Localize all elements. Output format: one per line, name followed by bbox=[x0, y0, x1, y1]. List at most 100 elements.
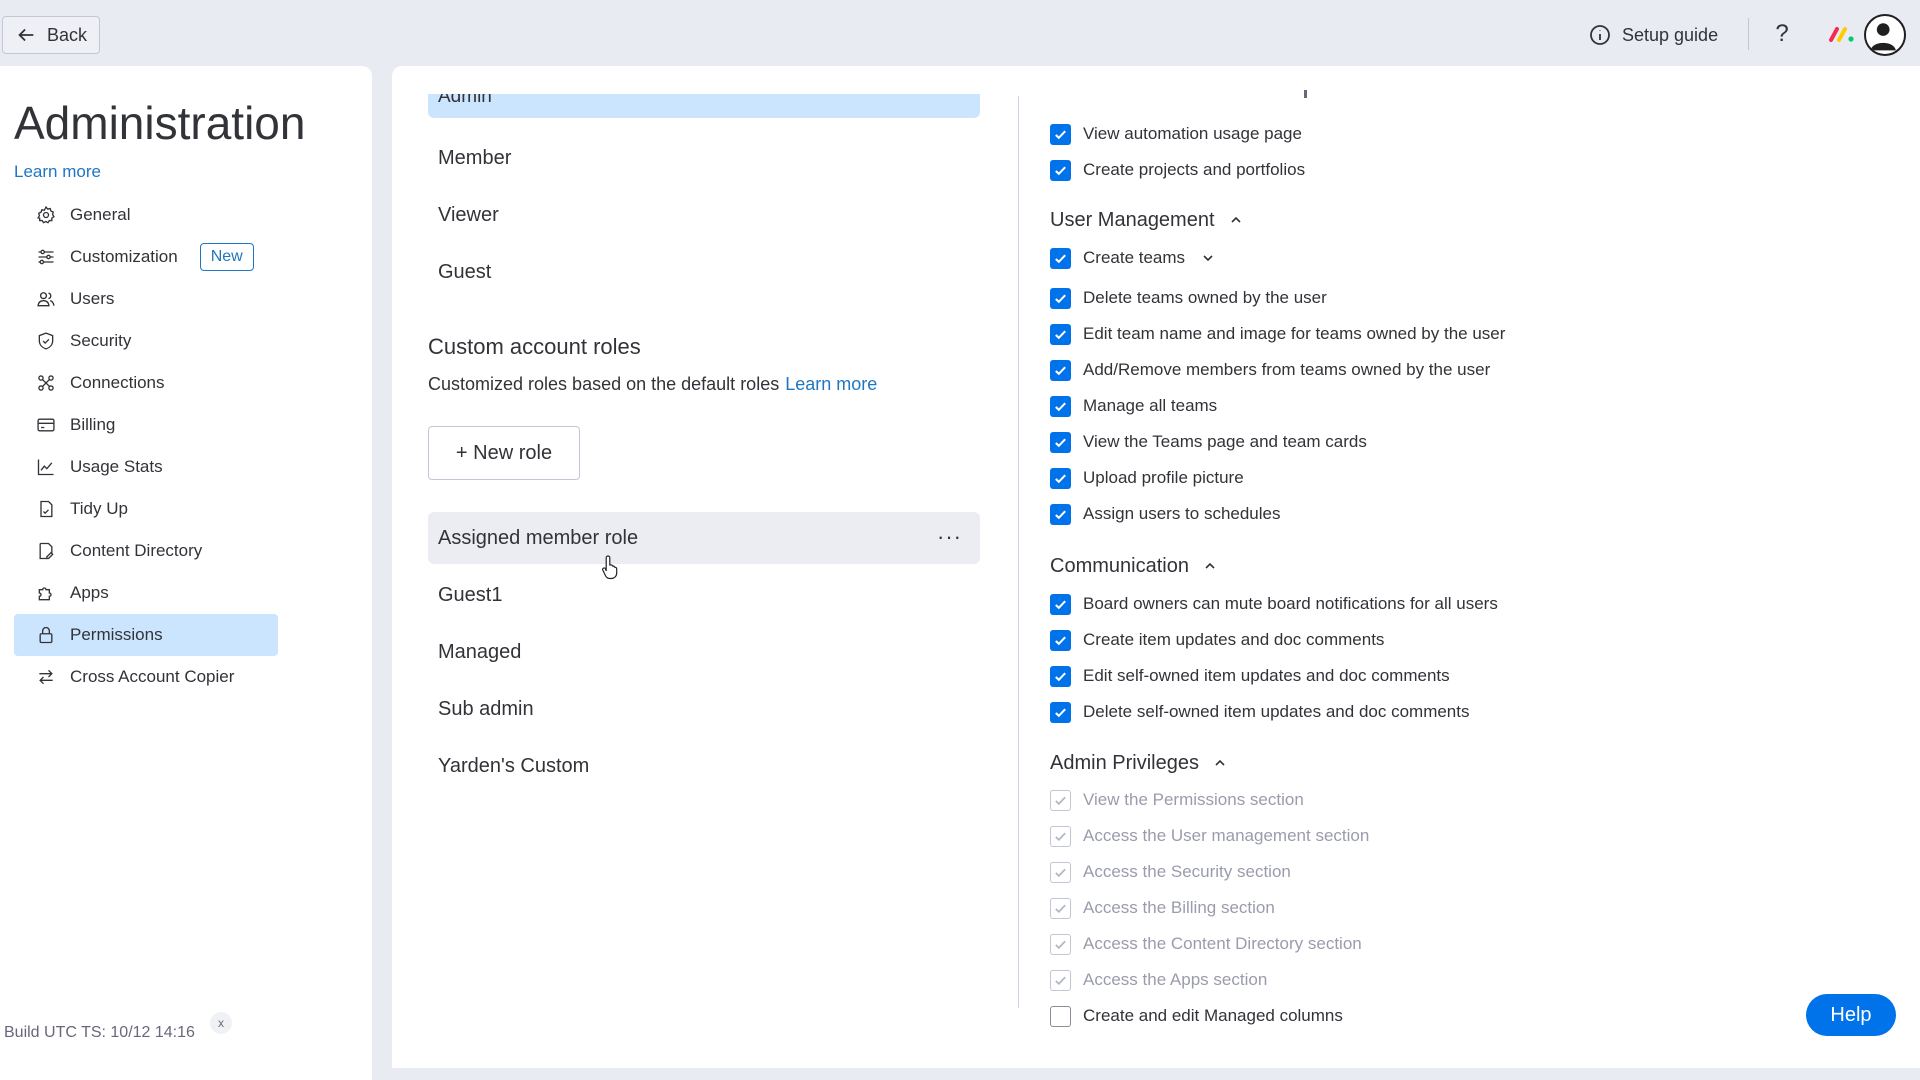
checkbox-checked-icon[interactable] bbox=[1050, 287, 1071, 309]
lock-icon bbox=[39, 626, 53, 644]
role-item-guest1[interactable]: Guest1 bbox=[428, 569, 980, 621]
checkbox-disabled-icon bbox=[1050, 789, 1071, 811]
column-divider bbox=[1018, 96, 1019, 1008]
permission-row[interactable]: Delete self-owned item updates and doc c… bbox=[1050, 698, 1469, 726]
sidebar-item-customization[interactable]: Customization New bbox=[14, 236, 278, 278]
new-role-button[interactable]: + New role bbox=[428, 426, 580, 480]
permission-row[interactable]: Create projects and portfolios bbox=[1050, 156, 1305, 184]
help-question-icon[interactable]: ? bbox=[1768, 18, 1796, 50]
permission-label: Create and edit Managed columns bbox=[1083, 1006, 1343, 1025]
shield-icon bbox=[38, 332, 54, 350]
topbar-divider bbox=[1748, 18, 1749, 50]
sidebar-item-users[interactable]: Users bbox=[14, 278, 278, 320]
checkbox-checked-icon[interactable] bbox=[1050, 665, 1071, 687]
puzzle-icon bbox=[38, 587, 52, 601]
back-button[interactable]: Back bbox=[2, 16, 101, 54]
help-button[interactable]: Help bbox=[1806, 994, 1896, 1036]
chart-line-icon bbox=[37, 459, 54, 476]
checkbox-unchecked-icon[interactable] bbox=[1050, 1005, 1071, 1027]
sidebar-item-connections[interactable]: Connections bbox=[14, 362, 278, 404]
checkbox-checked-icon[interactable] bbox=[1050, 247, 1071, 269]
sidebar-item-cross-account-copier[interactable]: Cross Account Copier bbox=[14, 656, 278, 698]
permission-row: View the Permissions section bbox=[1050, 786, 1304, 814]
build-timestamp: Build UTC TS: 10/12 14:16 bbox=[4, 1024, 195, 1041]
more-options-icon[interactable]: ··· bbox=[937, 524, 962, 550]
checkbox-checked-icon[interactable] bbox=[1050, 701, 1071, 723]
broom-icon bbox=[40, 500, 53, 518]
checkbox-checked-icon[interactable] bbox=[1050, 467, 1071, 489]
sidebar-nav: General Customization New Users Security… bbox=[14, 194, 278, 698]
permission-row[interactable]: Assign users to schedules bbox=[1050, 500, 1281, 528]
sidebar-item-content-directory[interactable]: Content Directory bbox=[14, 530, 278, 572]
learn-more-link[interactable]: Learn more bbox=[14, 162, 101, 182]
permission-row[interactable]: Board owners can mute board notification… bbox=[1050, 590, 1498, 618]
permission-row[interactable]: Create teams bbox=[1050, 244, 1215, 272]
permission-label: Board owners can mute board notification… bbox=[1083, 594, 1498, 613]
checkbox-checked-icon[interactable] bbox=[1050, 359, 1071, 381]
selected-role-admin[interactable]: Admin bbox=[428, 94, 980, 118]
monday-logo-icon[interactable] bbox=[1828, 24, 1856, 44]
role-label: Yarden's Custom bbox=[438, 754, 590, 777]
checkbox-checked-icon[interactable] bbox=[1050, 123, 1071, 145]
sidebar-item-general[interactable]: General bbox=[14, 194, 278, 236]
checkbox-checked-icon[interactable] bbox=[1050, 629, 1071, 651]
permission-row[interactable]: Create and edit Managed columns bbox=[1050, 1002, 1343, 1030]
role-item-member[interactable]: Member bbox=[428, 132, 980, 184]
role-item-managed[interactable]: Managed bbox=[428, 626, 980, 678]
permission-label: Manage all teams bbox=[1083, 396, 1218, 415]
sidebar-item-usage-stats[interactable]: Usage Stats bbox=[14, 446, 278, 488]
permission-row[interactable]: Upload profile picture bbox=[1050, 464, 1244, 492]
checkbox-disabled-icon bbox=[1050, 897, 1071, 919]
role-label: Admin bbox=[438, 94, 492, 107]
group-title-label: Communication bbox=[1050, 554, 1189, 577]
checkbox-checked-icon[interactable] bbox=[1050, 323, 1071, 345]
sidebar-item-apps[interactable]: Apps bbox=[14, 572, 278, 614]
custom-roles-learn-more-link[interactable]: Learn more bbox=[785, 374, 877, 394]
checkbox-checked-icon[interactable] bbox=[1050, 503, 1071, 525]
sidebar-item-label: Content Directory bbox=[70, 541, 203, 560]
group-user-management[interactable]: User Management bbox=[1050, 205, 1243, 235]
content-directory-icon bbox=[39, 542, 54, 560]
build-close-button[interactable]: x bbox=[210, 1012, 232, 1034]
gear-icon bbox=[36, 205, 55, 224]
page-title: Administration bbox=[14, 97, 306, 149]
permission-row[interactable]: View the Teams page and team cards bbox=[1050, 428, 1367, 456]
sidebar-item-permissions[interactable]: Permissions bbox=[14, 614, 278, 656]
permission-label: Access the Apps section bbox=[1083, 970, 1268, 989]
sidebar-item-billing[interactable]: Billing bbox=[14, 404, 278, 446]
checkbox-checked-icon[interactable] bbox=[1050, 395, 1071, 417]
chevron-down-icon[interactable] bbox=[1201, 251, 1215, 265]
permission-label: Access the Content Directory section bbox=[1083, 934, 1362, 953]
sidebar-item-tidy-up[interactable]: Tidy Up bbox=[14, 488, 278, 530]
permission-row[interactable]: Edit team name and image for teams owned… bbox=[1050, 320, 1505, 348]
permission-row[interactable]: Add/Remove members from teams owned by t… bbox=[1050, 356, 1490, 384]
sidebar-item-security[interactable]: Security bbox=[14, 320, 278, 362]
permission-label: Access the Billing section bbox=[1083, 898, 1275, 917]
checkbox-checked-icon[interactable] bbox=[1050, 159, 1071, 181]
sidebar-item-label: General bbox=[70, 205, 131, 224]
role-item-assigned-member-role[interactable]: Assigned member role ··· bbox=[428, 512, 980, 580]
role-item-guest[interactable]: Guest bbox=[428, 246, 980, 298]
permission-row: Access the User management section bbox=[1050, 822, 1369, 850]
permission-label: Delete self-owned item updates and doc c… bbox=[1083, 702, 1470, 721]
custom-roles-subtitle: Customized roles based on the default ro… bbox=[428, 374, 877, 395]
permission-row[interactable]: View automation usage page bbox=[1050, 120, 1302, 148]
user-avatar[interactable] bbox=[1864, 14, 1906, 56]
role-item-viewer[interactable]: Viewer bbox=[428, 189, 980, 241]
permission-row[interactable]: Edit self-owned item updates and doc com… bbox=[1050, 662, 1450, 690]
sidebar-item-label: Connections bbox=[70, 373, 165, 392]
role-item-yardens-custom[interactable]: Yarden's Custom bbox=[428, 740, 980, 792]
checkbox-checked-icon[interactable] bbox=[1050, 593, 1071, 615]
info-icon bbox=[1590, 25, 1610, 45]
permission-label: Add/Remove members from teams owned by t… bbox=[1083, 360, 1491, 379]
permission-row[interactable]: Create item updates and doc comments bbox=[1050, 626, 1384, 654]
group-communication[interactable]: Communication bbox=[1050, 551, 1217, 581]
role-item-sub-admin[interactable]: Sub admin bbox=[428, 683, 980, 735]
setup-guide-button[interactable]: Setup guide bbox=[1588, 20, 1718, 50]
permission-label: View the Permissions section bbox=[1083, 790, 1304, 809]
permission-row[interactable]: Manage all teams bbox=[1050, 392, 1217, 420]
permission-row[interactable]: Delete teams owned by the user bbox=[1050, 284, 1327, 312]
back-label: Back bbox=[47, 24, 88, 45]
group-admin-privileges[interactable]: Admin Privileges bbox=[1050, 748, 1227, 778]
checkbox-checked-icon[interactable] bbox=[1050, 431, 1071, 453]
